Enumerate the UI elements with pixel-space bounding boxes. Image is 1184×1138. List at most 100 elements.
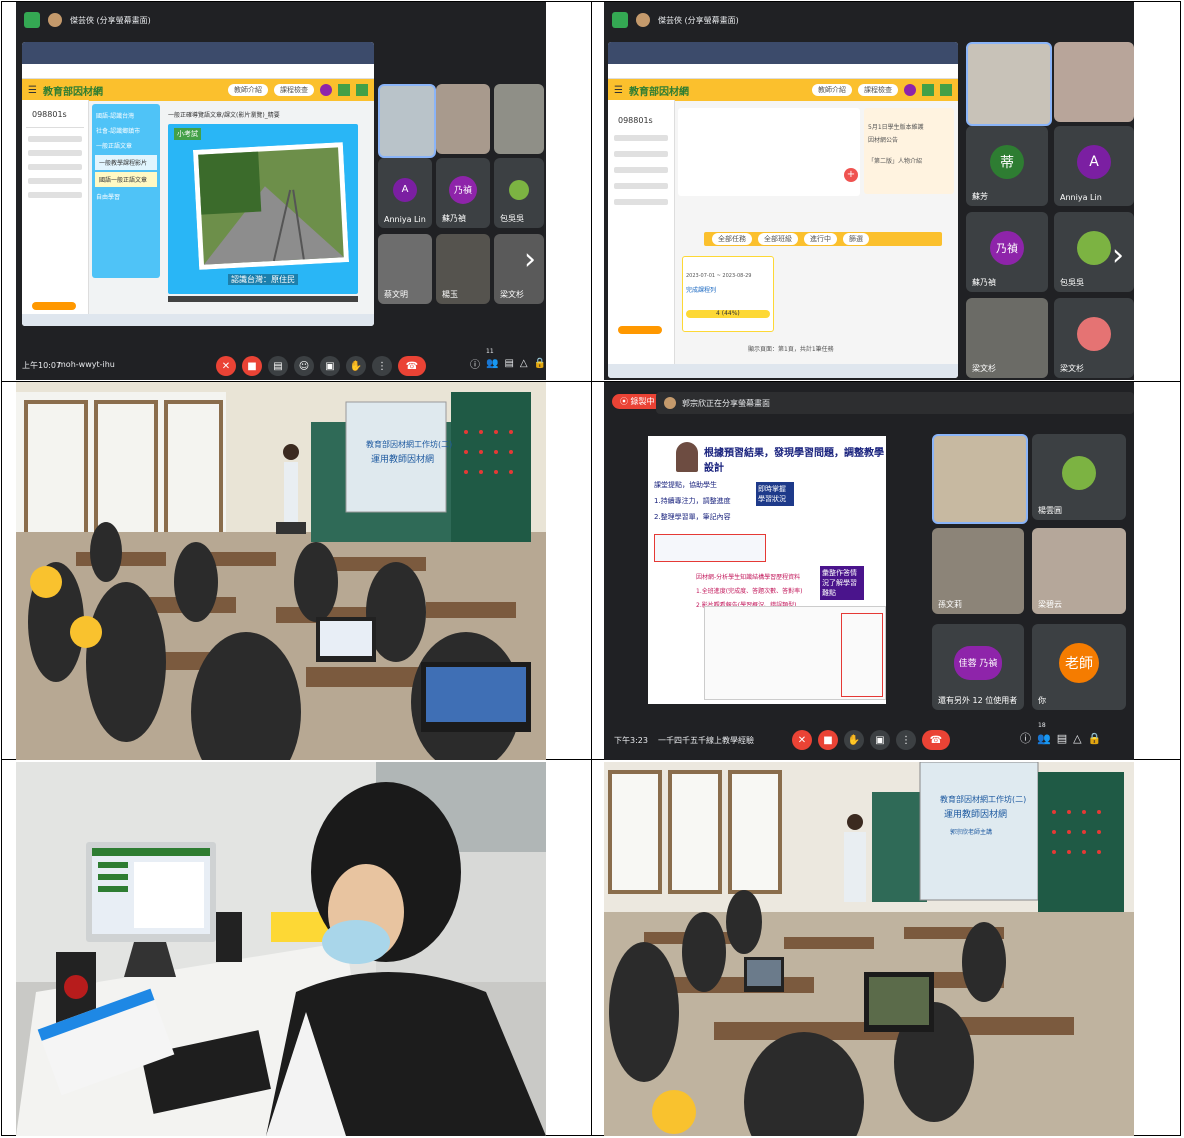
activities-icon[interactable]: △ xyxy=(1073,732,1081,745)
participant-name: Anniya Lin xyxy=(1060,193,1102,202)
participant-tile[interactable] xyxy=(932,434,1028,524)
participant-name: 蘇芳 xyxy=(972,192,988,201)
filter-select[interactable]: 全部任務 xyxy=(712,233,752,245)
slide-box-2: 因材網-分析學生知識結構學習歷程資料 1.全班進度(完成度、答題次數、答對率) … xyxy=(696,572,826,609)
participant-tile[interactable]: 蔡文明 xyxy=(378,234,432,304)
filter-select[interactable]: 進行中 xyxy=(804,233,837,245)
add-icon[interactable]: + xyxy=(844,168,858,182)
task-card: 2023-07-01 ~ 2023-08-29 完成課程列 4 (44%) xyxy=(682,256,774,332)
next-page-arrow-icon[interactable]: › xyxy=(1112,238,1124,273)
video-frame xyxy=(192,142,350,270)
site-title: 教育部因材網 xyxy=(628,86,689,98)
participant-avatar: 蒂 xyxy=(990,145,1024,179)
more-options-icon[interactable]: ⋮ xyxy=(372,356,392,376)
participant-tile[interactable]: 梁文杉 xyxy=(1054,298,1134,378)
meet-screenshot-2: 傑芸俠 (分享螢幕畫面) ☰ 教育部因材網 教師介紹 課程檢查 098801s … xyxy=(604,2,1134,380)
lesson-item[interactable]: 一般教學課程影片 xyxy=(95,155,157,170)
participant-tile[interactable] xyxy=(966,42,1052,126)
toolbar-icon[interactable] xyxy=(922,84,934,96)
participant-tile[interactable]: 乃禎 蘇乃禎 xyxy=(966,212,1048,292)
activities-icon[interactable]: △ xyxy=(520,358,528,369)
menu-icon[interactable]: ☰ xyxy=(614,85,623,96)
participant-name: 蔡文明 xyxy=(384,290,408,299)
camera-off-icon[interactable]: ■ xyxy=(818,730,838,750)
next-page-arrow-icon[interactable]: › xyxy=(524,242,536,277)
toolbar-icon[interactable] xyxy=(356,84,368,96)
task-link[interactable]: 完成課程列 xyxy=(683,281,773,298)
toolbar-icon[interactable] xyxy=(338,84,350,96)
meeting-title: 傑芸俠 (分享螢幕畫面) xyxy=(70,15,151,25)
camera-off-icon[interactable]: ■ xyxy=(242,356,262,376)
chat-icon[interactable]: ▤ xyxy=(1057,732,1067,745)
participant-tile[interactable]: 梁文杉 xyxy=(966,298,1048,378)
captions-icon[interactable]: ▤ xyxy=(268,356,288,376)
participant-tile[interactable]: 梁文杉 xyxy=(494,234,544,304)
mic-off-icon[interactable]: ✕ xyxy=(792,730,812,750)
more-options-icon[interactable]: ⋮ xyxy=(896,730,916,750)
toolbar-icon[interactable] xyxy=(940,84,952,96)
menu-icon[interactable]: ☰ xyxy=(28,85,37,96)
lock-icon[interactable]: 🔒 xyxy=(534,358,546,369)
participant-tile[interactable]: 楊玉 xyxy=(436,234,490,304)
info-icon[interactable]: ⓘ xyxy=(1020,730,1031,746)
browser-tabs xyxy=(22,42,374,64)
participant-tile[interactable]: 佳蓉 乃禎 還有另外 12 位使用者 xyxy=(932,624,1024,710)
participant-tile[interactable]: 梁碧云 xyxy=(1032,528,1126,614)
toolbar-button-intro[interactable]: 教師介紹 xyxy=(812,84,852,96)
slide-text: 1.全班進度(完成度、答題次數、答對率) xyxy=(696,588,803,595)
participant-tile[interactable] xyxy=(378,84,436,158)
raise-hand-icon[interactable]: ✋ xyxy=(346,356,366,376)
participant-tile[interactable]: 孫文莉 xyxy=(932,528,1024,614)
leave-call-icon[interactable]: ☎ xyxy=(398,356,426,376)
toolbar-button-intro[interactable]: 教師介紹 xyxy=(228,84,268,96)
participant-tile[interactable]: 包吳吳 xyxy=(494,158,544,228)
sidebar-button[interactable] xyxy=(32,302,76,310)
participant-tile[interactable] xyxy=(1054,42,1134,122)
participant-tile[interactable]: A Anniya Lin xyxy=(378,158,432,228)
participant-tile[interactable]: 乃禎 蘇乃禎 xyxy=(436,158,490,228)
people-icon[interactable]: 👥 xyxy=(486,358,498,369)
sidebar: 098801s xyxy=(608,100,675,364)
participant-name: 梁文杉 xyxy=(972,364,996,373)
chat-icon[interactable]: ▤ xyxy=(504,358,513,369)
emoji-icon[interactable]: ☺ xyxy=(294,356,314,376)
present-icon[interactable]: ▣ xyxy=(320,356,340,376)
lesson-item[interactable]: 國語-認識台灣 xyxy=(92,108,160,123)
lesson-item[interactable]: 自由學習 xyxy=(92,189,160,204)
slide-text: 因材網-分析學生知識結構學習歷程資料 xyxy=(696,574,801,581)
toolbar-button-check[interactable]: 課程檢查 xyxy=(858,84,898,96)
filter-select[interactable]: 全部班級 xyxy=(758,233,798,245)
video-control-bar[interactable] xyxy=(168,296,358,302)
participant-tile[interactable]: 老師 你 xyxy=(1032,624,1126,710)
info-icon[interactable]: ⓘ xyxy=(470,356,480,371)
filter-bar: 全部任務 全部班級 進行中 篩選 xyxy=(704,232,942,246)
notice-line[interactable]: 因材網公告 xyxy=(864,133,954,146)
toolbar-icon[interactable] xyxy=(320,84,332,96)
toolbar-icon[interactable] xyxy=(904,84,916,96)
lesson-item[interactable]: 社會-認識鄉鎮市 xyxy=(92,123,160,138)
participant-name: Anniya Lin xyxy=(384,215,426,224)
recording-badge: ⦿ 錄製中 xyxy=(612,394,663,409)
participant-tile[interactable]: A Anniya Lin xyxy=(1054,126,1134,206)
participant-name: 梁碧云 xyxy=(1038,600,1062,609)
meeting-side-controls: ⓘ 👥 11 ▤ △ 🔒 xyxy=(470,348,546,371)
participant-tile[interactable]: 蒂 蘇芳 xyxy=(966,126,1048,206)
notice-line[interactable]: 「第二版」人物介紹 xyxy=(864,146,954,167)
toolbar-button-check[interactable]: 課程檢查 xyxy=(274,84,314,96)
lock-icon[interactable]: 🔒 xyxy=(1088,732,1102,745)
notice-line[interactable]: 5月1日學生版本維護 xyxy=(864,108,954,133)
raise-hand-icon[interactable]: ✋ xyxy=(844,730,864,750)
participant-tile[interactable]: 楊雲圓 xyxy=(1032,434,1126,520)
slide-tag: 彙整作答情況了解學習難點 xyxy=(820,566,864,600)
sidebar-button[interactable] xyxy=(618,326,662,334)
present-icon[interactable]: ▣ xyxy=(870,730,890,750)
leave-call-icon[interactable]: ☎ xyxy=(922,730,950,750)
participant-tile[interactable] xyxy=(436,84,490,154)
participant-tile[interactable] xyxy=(494,84,544,154)
people-icon[interactable]: 👥 xyxy=(1037,732,1051,745)
lesson-item[interactable]: 國語一般正語文章 xyxy=(95,172,157,187)
filter-button[interactable]: 篩選 xyxy=(843,233,869,245)
lesson-item[interactable]: 一般正語文章 xyxy=(92,138,160,153)
mic-off-icon[interactable]: ✕ xyxy=(216,356,236,376)
board-subtitle: 運用教師因材網 xyxy=(944,808,1007,820)
